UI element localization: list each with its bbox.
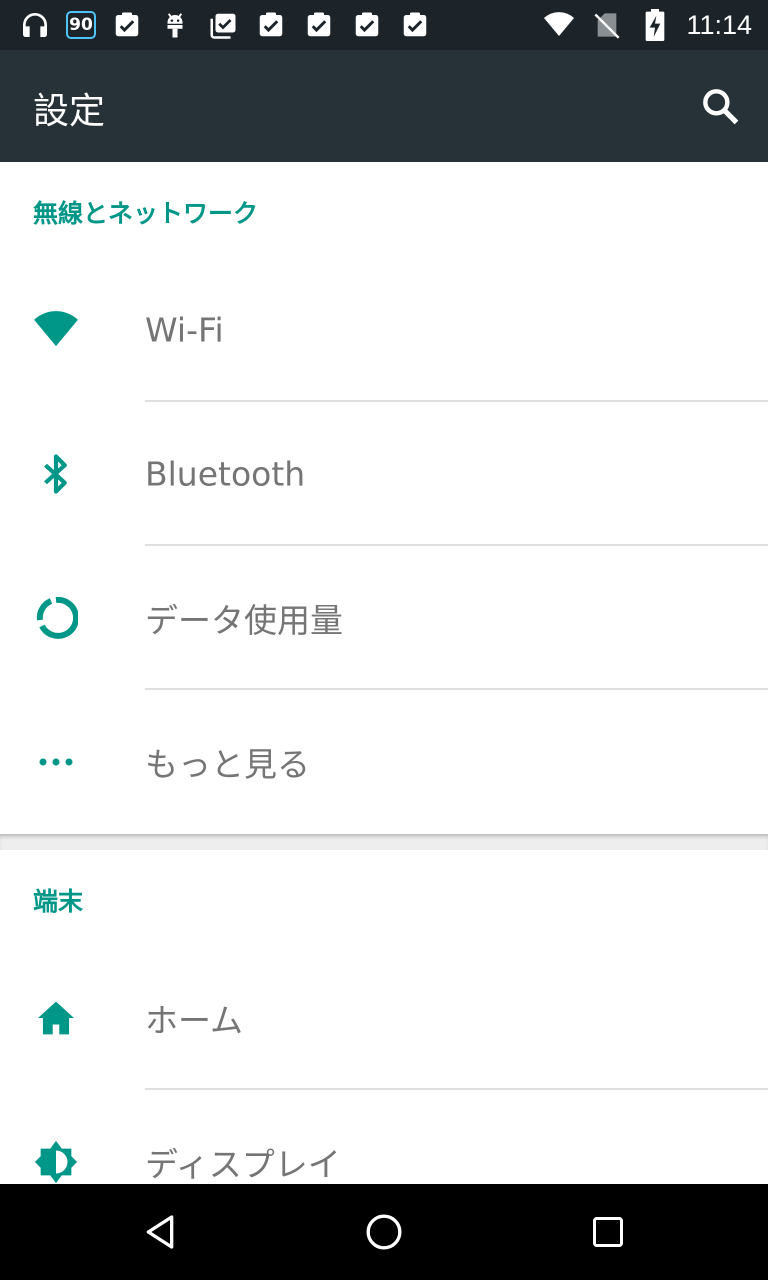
navigation-bar bbox=[0, 1184, 768, 1280]
section-header: 端末 bbox=[33, 887, 84, 916]
section-header: 無線とネットワーク bbox=[33, 199, 259, 228]
battery-charging-icon bbox=[638, 8, 672, 42]
settings-item-home[interactable]: ホーム bbox=[0, 946, 768, 1090]
page-title: 設定 bbox=[33, 91, 106, 132]
section-separator bbox=[0, 834, 768, 850]
clipboard-check-icon bbox=[302, 8, 336, 42]
status-system-icons: 11:14 bbox=[542, 8, 752, 42]
data-usage-icon bbox=[27, 589, 85, 647]
settings-item-more[interactable]: もっと見る bbox=[0, 690, 768, 834]
bluetooth-icon bbox=[27, 445, 85, 503]
wifi-icon bbox=[542, 8, 576, 42]
clipboard-check-icon bbox=[350, 8, 384, 42]
brightness-icon bbox=[27, 1133, 85, 1191]
clipboard-check-icon bbox=[254, 8, 288, 42]
settings-item-label: Bluetooth bbox=[145, 454, 306, 494]
back-icon[interactable] bbox=[134, 1206, 186, 1258]
wifi-icon bbox=[27, 301, 85, 359]
clipboard-check-icon bbox=[110, 8, 144, 42]
android-icon bbox=[158, 8, 192, 42]
badge-90-icon: 90 bbox=[66, 11, 96, 39]
more-dots-icon bbox=[27, 733, 85, 791]
recents-icon[interactable] bbox=[582, 1206, 634, 1258]
status-bar: 90 11:14 bbox=[0, 0, 768, 50]
app-toolbar: 設定 bbox=[0, 50, 768, 162]
section-wireless-networks: 無線とネットワーク Wi-Fi Bluetooth データ使用量 もっと見る bbox=[0, 162, 768, 833]
settings-item-label: もっと見る bbox=[145, 745, 310, 784]
settings-item-bluetooth[interactable]: Bluetooth bbox=[0, 402, 768, 546]
settings-item-wifi[interactable]: Wi-Fi bbox=[0, 258, 768, 402]
headphones-icon bbox=[18, 8, 52, 42]
settings-item-label: データ使用量 bbox=[145, 601, 343, 640]
home-circle-icon[interactable] bbox=[358, 1206, 410, 1258]
settings-item-label: ホーム bbox=[145, 1001, 244, 1040]
clipboard-check-icon bbox=[398, 8, 432, 42]
status-notification-icons: 90 bbox=[18, 8, 432, 42]
clipboard-stack-check-icon bbox=[206, 8, 240, 42]
section-device: 端末 ホーム ディスプレイ bbox=[0, 850, 768, 1184]
settings-item-label: Wi-Fi bbox=[145, 310, 224, 350]
settings-item-data-usage[interactable]: データ使用量 bbox=[0, 546, 768, 690]
settings-item-label: ディスプレイ bbox=[145, 1145, 341, 1184]
search-icon[interactable] bbox=[698, 84, 742, 128]
home-icon bbox=[27, 989, 85, 1047]
status-time: 11:14 bbox=[686, 9, 752, 40]
no-sim-icon bbox=[590, 8, 624, 42]
